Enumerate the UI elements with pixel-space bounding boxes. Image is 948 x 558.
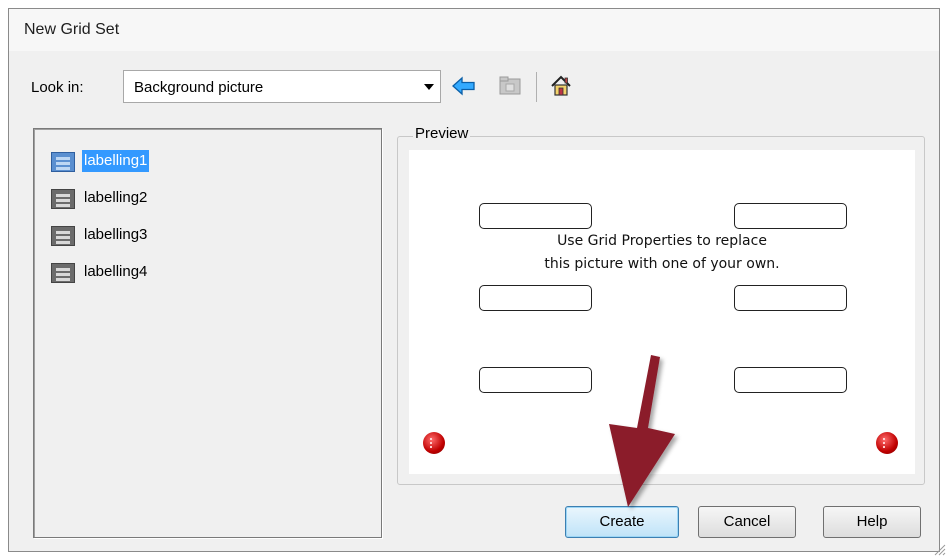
next-page-icon[interactable] <box>876 432 898 454</box>
back-arrow-icon[interactable] <box>452 76 476 96</box>
list-item-label: labelling1 <box>82 150 150 172</box>
preview-instruction-line1: Use Grid Properties to replace <box>557 233 767 249</box>
list-item-label: labelling4 <box>84 263 148 280</box>
label-placeholder-box <box>479 367 592 393</box>
grid-file-icon <box>51 226 75 246</box>
label-placeholder-box <box>734 285 847 311</box>
label-placeholder-box <box>734 367 847 393</box>
toolbar-separator <box>536 72 537 102</box>
home-icon[interactable] <box>549 74 573 98</box>
label-placeholder-box <box>479 203 592 229</box>
preview-legend: Preview <box>413 125 471 142</box>
list-item-label: labelling2 <box>84 189 148 206</box>
resize-grip-icon[interactable] <box>932 542 946 556</box>
label-placeholder-box <box>734 203 847 229</box>
grid-file-icon <box>51 152 75 172</box>
create-button[interactable]: Create <box>565 506 679 538</box>
preview-canvas: Use Grid Properties to replace this pict… <box>409 150 915 474</box>
grid-file-icon <box>51 189 75 209</box>
list-item-label: labelling3 <box>84 226 148 243</box>
look-in-label: Look in: <box>31 79 84 96</box>
chevron-down-icon[interactable] <box>424 84 434 90</box>
previous-page-icon[interactable] <box>423 432 445 454</box>
dialog-title: New Grid Set <box>24 21 120 38</box>
grid-list[interactable]: labelling1 labelling2 labelling3 labelli… <box>33 128 382 538</box>
label-placeholder-box <box>479 285 592 311</box>
help-button[interactable]: Help <box>823 506 921 538</box>
title-bar: New Grid Set <box>9 9 939 51</box>
look-in-dropdown[interactable]: Background picture <box>123 70 441 103</box>
preview-instruction-line2: this picture with one of your own. <box>544 256 780 272</box>
grid-file-icon <box>51 263 75 283</box>
folder-up-icon[interactable] <box>498 75 522 97</box>
look-in-value: Background picture <box>134 79 264 96</box>
cancel-button[interactable]: Cancel <box>698 506 796 538</box>
